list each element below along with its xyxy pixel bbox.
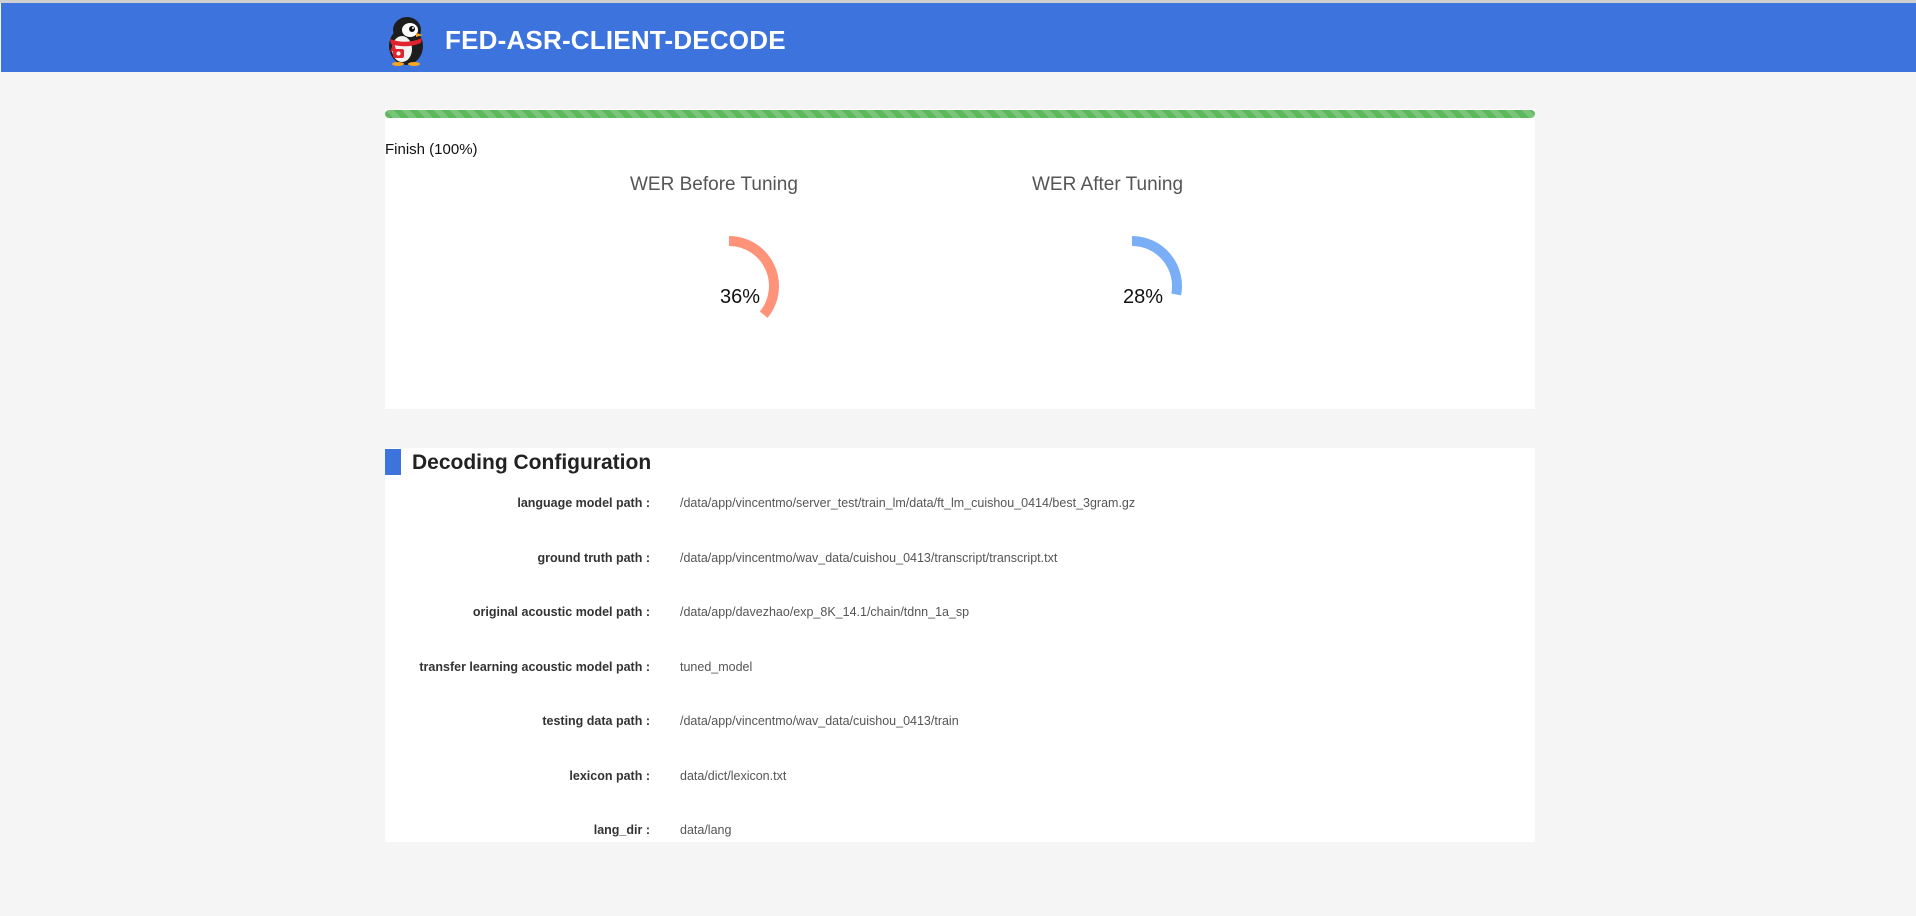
config-value: /data/app/davezhao/exp_8K_14.1/chain/tdn… (680, 605, 970, 619)
config-value: data/lang (680, 823, 732, 837)
config-row: lang_dir : data/lang (385, 823, 1535, 843)
config-row: language model path : /data/app/vincentm… (385, 496, 1535, 516)
config-label: lexicon path : (569, 769, 650, 783)
config-label: ground truth path : (537, 551, 650, 565)
config-label: testing data path : (542, 714, 650, 728)
config-label: language model path : (517, 496, 650, 510)
config-value: /data/app/vincentmo/wav_data/cuishou_041… (680, 714, 959, 728)
progress-bar-fill (385, 110, 1535, 118)
section-marker (385, 449, 401, 475)
app-header: FED-ASR-CLIENT-DECODE (1, 3, 1916, 72)
config-row: ground truth path : /data/app/vincentmo/… (385, 551, 1535, 571)
decode-progress-panel: Finish (100%) WER Before Tuning 36% WER … (385, 109, 1535, 409)
progress-bar (385, 110, 1535, 118)
gauge-title-before: WER Before Tuning (630, 174, 798, 195)
config-value: /data/app/vincentmo/wav_data/cuishou_041… (680, 551, 1058, 565)
config-label: transfer learning acoustic model path : (419, 660, 650, 674)
config-row: original acoustic model path : /data/app… (385, 605, 1535, 625)
config-value: tuned_model (680, 660, 753, 674)
gauge-title-after: WER After Tuning (1032, 174, 1184, 195)
config-row: transfer learning acoustic model path : … (385, 660, 1535, 680)
progress-status-label: Finish (100%) (385, 141, 478, 158)
config-row: testing data path : /data/app/vincentmo/… (385, 714, 1535, 734)
penguin-logo-icon (389, 17, 423, 66)
app-title: FED-ASR-CLIENT-DECODE (445, 25, 786, 55)
gauge-value-before: 36% (720, 286, 761, 308)
decoding-configuration-panel: Decoding Configuration language model pa… (385, 448, 1535, 842)
config-value: data/dict/lexicon.txt (680, 769, 787, 783)
gauge-value-after: 28% (1123, 286, 1164, 308)
config-label: original acoustic model path : (472, 605, 650, 619)
config-value: /data/app/vincentmo/server_test/train_lm… (680, 496, 1136, 510)
section-title: Decoding Configuration (412, 451, 652, 474)
config-row: lexicon path : data/dict/lexicon.txt (385, 769, 1535, 789)
config-label: lang_dir : (593, 823, 650, 837)
